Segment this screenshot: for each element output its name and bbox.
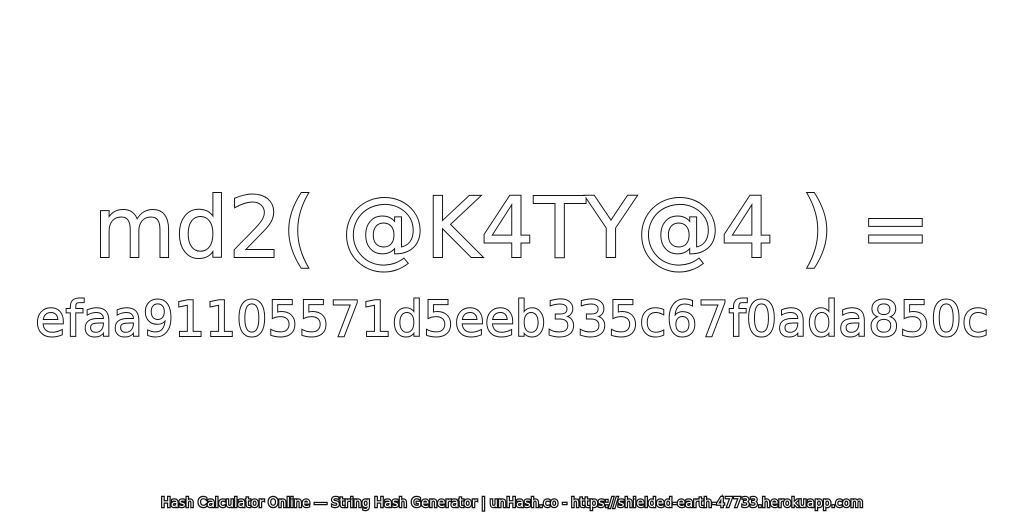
hash-expression: md2( @K4TY@4 ) = [92, 178, 931, 278]
footer-credit: Hash Calculator Online — String Hash Gen… [160, 495, 864, 512]
hash-result: efaa91105571d5eeb335c67f0ada850c [34, 290, 989, 349]
